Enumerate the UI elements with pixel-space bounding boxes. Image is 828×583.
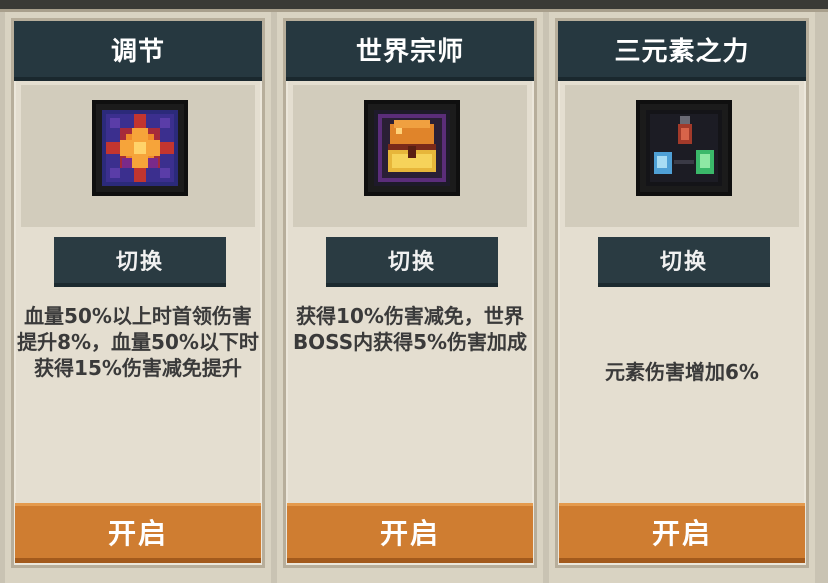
card-title: 三元素之力: [558, 21, 806, 81]
card-description: 获得10%伤害减免，世界BOSS内获得5%伤害加成: [292, 304, 528, 354]
card-description: 血量50%以上时首领伤害提升8%，血量50%以下时获得15%伤害减免提升: [17, 304, 259, 380]
card-frame: 调节 切换 血量50%以上时首领伤害提升8%，血量50%以下时获得15%伤害减免…: [11, 18, 265, 568]
switch-button[interactable]: 切换: [326, 237, 498, 287]
talent-card-regulate: 调节 切换 血量50%以上时首领伤害提升8%，血量50%以下时获得15%伤害减免…: [5, 12, 271, 583]
card-frame: 三元素之力 切换 元素伤害增加6% 开启: [555, 18, 809, 568]
icon-slot: [565, 85, 799, 227]
card-title: 世界宗师: [286, 21, 534, 81]
switch-button[interactable]: 切换: [54, 237, 226, 287]
three-elements-icon: [636, 100, 732, 196]
card-description: 元素伤害增加6%: [605, 360, 759, 384]
switch-button[interactable]: 切换: [598, 237, 770, 287]
card-title: 调节: [14, 21, 262, 81]
treasure-chest-icon: [364, 100, 460, 196]
open-button[interactable]: 开启: [15, 503, 261, 563]
sunburst-icon: [92, 100, 188, 196]
top-border: [0, 0, 828, 12]
icon-slot: [293, 85, 527, 227]
open-button[interactable]: 开启: [559, 503, 805, 563]
talent-card-world-master: 世界宗师 切换 获得10%伤害减免，世界BOSS内获得5%伤害加成 开启: [277, 12, 543, 583]
icon-slot: [21, 85, 255, 227]
open-button[interactable]: 开启: [287, 503, 533, 563]
card-frame: 世界宗师 切换 获得10%伤害减免，世界BOSS内获得5%伤害加成 开启: [283, 18, 537, 568]
talent-card-three-elements: 三元素之力 切换 元素伤害增加6% 开启: [549, 12, 815, 583]
